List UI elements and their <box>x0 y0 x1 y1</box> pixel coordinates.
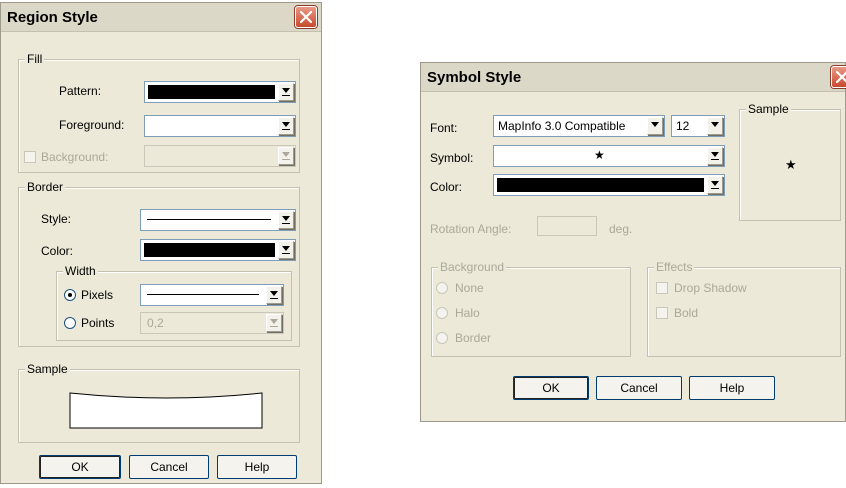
background-none-label: None <box>455 281 484 295</box>
fill-group-legend: Fill <box>25 52 45 66</box>
points-width-dropdown-button[interactable] <box>266 314 282 332</box>
close-icon <box>836 71 846 83</box>
pixels-width-preview <box>147 294 259 295</box>
symbol-style-title: Symbol Style <box>427 69 522 86</box>
symbol-label: Symbol: <box>430 151 474 165</box>
chevron-down-icon <box>282 88 290 93</box>
symbol-style-close-button[interactable] <box>831 66 846 88</box>
font-value: MapInfo 3.0 Compatible <box>498 119 626 133</box>
region-style-titlebar[interactable]: Region Style <box>1 3 321 32</box>
font-select[interactable]: MapInfo 3.0 Compatible <box>493 115 665 137</box>
symbol-help-button[interactable]: Help <box>689 376 775 400</box>
font-size-dropdown-button[interactable] <box>707 117 723 135</box>
foreground-color-select[interactable] <box>144 115 296 137</box>
foreground-dropdown-button[interactable] <box>278 117 294 135</box>
border-style-dropdown-button[interactable] <box>278 211 294 229</box>
symbol-style-titlebar[interactable]: Symbol Style <box>421 63 846 92</box>
font-label: Font: <box>430 121 458 135</box>
symbol-cancel-button[interactable]: Cancel <box>596 376 682 400</box>
foreground-label: Foreground: <box>59 118 125 132</box>
region-sample-preview <box>69 392 263 429</box>
border-color-select[interactable] <box>140 239 296 261</box>
symbol-sample-legend: Sample <box>746 102 791 116</box>
background-halo-label: Halo <box>455 306 480 320</box>
region-style-title: Region Style <box>7 9 98 26</box>
symbol-color-dropdown-button[interactable] <box>707 176 723 194</box>
chevron-down-icon <box>711 122 719 127</box>
border-color-swatch <box>144 243 275 257</box>
chevron-down-icon <box>282 216 290 221</box>
chevron-down-icon <box>270 319 278 324</box>
region-help-button[interactable]: Help <box>217 455 297 479</box>
pattern-dropdown-button[interactable] <box>278 83 294 101</box>
width-group-legend: Width <box>63 264 98 278</box>
close-icon <box>300 11 312 23</box>
region-ok-button[interactable]: OK <box>39 455 121 479</box>
drop-shadow-checkbox[interactable] <box>656 282 668 294</box>
symbol-dropdown-button[interactable] <box>707 147 723 165</box>
bold-checkbox[interactable] <box>656 307 668 319</box>
points-width-value: 0,2 <box>147 316 164 330</box>
color-label: Color: <box>430 180 463 194</box>
chevron-down-icon <box>270 291 278 296</box>
chevron-down-icon <box>282 152 290 157</box>
rotation-unit-label: deg. <box>609 222 633 236</box>
symbol-color-swatch <box>497 178 704 192</box>
background-none-radio[interactable] <box>436 282 448 294</box>
region-cancel-button[interactable]: Cancel <box>129 455 209 479</box>
points-width-select[interactable]: 0,2 <box>140 312 284 334</box>
chevron-down-icon <box>711 181 719 186</box>
star-icon: ★ <box>594 148 605 162</box>
border-style-label: Style: <box>41 212 72 226</box>
background-label: Background: <box>41 150 109 164</box>
drop-shadow-label: Drop Shadow <box>674 281 747 295</box>
border-style-select[interactable] <box>140 209 296 231</box>
region-sample-legend: Sample <box>25 362 70 376</box>
border-style-preview <box>147 219 271 220</box>
pixels-label: Pixels <box>81 288 114 302</box>
points-label: Points <box>81 316 115 330</box>
background-border-radio[interactable] <box>436 332 448 344</box>
symbol-ok-button[interactable]: OK <box>513 376 589 400</box>
font-dropdown-button[interactable] <box>647 117 663 135</box>
background-color-select[interactable] <box>144 145 296 167</box>
font-size-value: 12 <box>676 119 690 133</box>
points-radio[interactable] <box>64 317 76 329</box>
pixels-radio[interactable] <box>64 289 76 301</box>
pattern-label: Pattern: <box>59 84 102 98</box>
symbol-select[interactable]: ★ <box>493 145 725 167</box>
star-icon: ★ <box>785 158 797 173</box>
pixels-width-select[interactable] <box>140 284 284 306</box>
rotation-angle-label: Rotation Angle: <box>430 222 512 236</box>
background-border-label: Border <box>455 331 492 345</box>
symbol-color-select[interactable] <box>493 174 725 196</box>
pattern-select[interactable] <box>144 81 296 103</box>
pixels-width-dropdown-button[interactable] <box>266 286 282 304</box>
background-checkbox[interactable] <box>24 151 36 163</box>
font-size-select[interactable]: 12 <box>671 115 725 137</box>
symbol-sample-group: Sample ★ <box>739 102 841 221</box>
background-halo-radio[interactable] <box>436 307 448 319</box>
chevron-down-icon <box>282 246 290 251</box>
chevron-down-icon <box>282 122 290 127</box>
symbol-style-dialog: Symbol Style Font: MapInfo 3.0 Compatibl… <box>420 62 846 422</box>
rotation-angle-input[interactable] <box>537 216 597 236</box>
symbol-background-legend: Background <box>438 260 507 274</box>
border-color-label: Color: <box>41 244 74 258</box>
bold-label: Bold <box>674 306 699 320</box>
effects-legend: Effects <box>654 260 695 274</box>
chevron-down-icon <box>651 122 659 127</box>
background-dropdown-button[interactable] <box>278 147 294 165</box>
region-style-dialog: Region Style Fill Pattern: Foreground: B… <box>0 2 322 484</box>
border-group-legend: Border <box>25 180 66 194</box>
region-style-close-button[interactable] <box>295 6 317 28</box>
border-color-dropdown-button[interactable] <box>278 241 294 259</box>
pattern-swatch <box>148 85 275 99</box>
chevron-down-icon <box>711 152 719 157</box>
